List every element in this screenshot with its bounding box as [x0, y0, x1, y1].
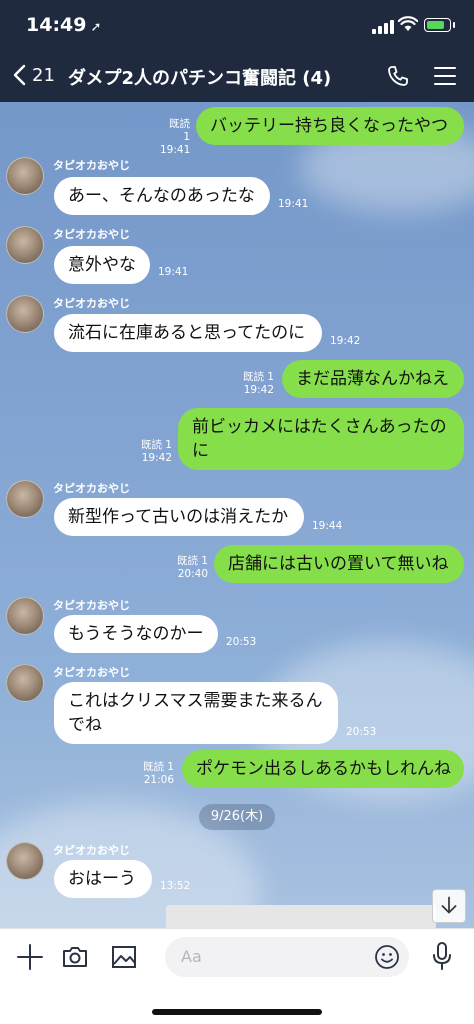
read-receipt: 既読 1 — [242, 371, 274, 383]
message-bubble-incoming[interactable]: おはーう — [54, 860, 152, 898]
read-receipt: 既読 1 — [142, 761, 174, 773]
avatar[interactable] — [6, 480, 44, 518]
avatar[interactable] — [6, 226, 44, 264]
call-icon[interactable] — [386, 64, 410, 88]
avatar[interactable] — [6, 597, 44, 635]
plus-icon[interactable] — [16, 943, 44, 971]
message-time: 20:53 — [346, 726, 377, 738]
chat-area[interactable]: 既読 1 19:41 バッテリー持ち良くなったやつ タピオカおやじ あー、そんな… — [0, 102, 474, 928]
image-icon[interactable] — [110, 943, 138, 971]
back-icon[interactable] — [12, 64, 28, 86]
message-bubble-outgoing[interactable]: バッテリー持ち良くなったやつ — [196, 107, 464, 145]
sender-name: タピオカおやじ — [53, 666, 130, 679]
battery-icon — [424, 18, 451, 32]
message-bubble-outgoing[interactable]: 前ビッカメにはたくさんあったのに — [178, 408, 464, 470]
message-bubble-incoming[interactable]: 流石に在庫あると思ってたのに — [54, 314, 322, 352]
message-time: 20:40 — [177, 568, 208, 580]
message-meta: 既読 1 19:41 — [160, 118, 190, 157]
message-meta: 既読 1 19:42 — [240, 371, 274, 397]
scroll-to-bottom-button[interactable] — [432, 889, 466, 923]
avatar[interactable] — [6, 664, 44, 702]
menu-icon[interactable] — [434, 67, 456, 85]
message-bubble-incoming[interactable]: 新型作って古いのは消えたか — [54, 498, 304, 536]
message-meta: 既読 1 20:40 — [174, 555, 208, 581]
emoji-icon[interactable] — [374, 944, 400, 970]
location-icon: ➚ — [90, 20, 102, 35]
message-time: 19:41 — [160, 144, 191, 156]
message-bubble-incoming[interactable]: 意外やな — [54, 246, 150, 284]
read-receipt: 既読 1 — [176, 555, 208, 567]
mic-icon[interactable] — [430, 941, 454, 971]
message-bubble-incoming[interactable]: これはクリスマス需要また来るんでね — [54, 682, 338, 744]
avatar[interactable] — [6, 157, 44, 195]
message-bubble-outgoing[interactable]: まだ品薄なんかねえ — [282, 360, 464, 398]
message-time: 19:42 — [243, 384, 274, 396]
message-time: 19:41 — [278, 198, 309, 210]
signal-icon — [372, 20, 396, 34]
message-time: 19:42 — [330, 335, 361, 347]
message-time: 13:52 — [160, 880, 191, 892]
message-bubble-outgoing[interactable]: ポケモン出るしあるかもしれんね — [182, 750, 464, 788]
input-placeholder: Aa — [181, 947, 202, 966]
image-message-preview[interactable] — [166, 905, 436, 928]
avatar[interactable] — [6, 842, 44, 880]
message-input[interactable]: Aa — [165, 937, 409, 977]
clock: 14:49 — [26, 14, 87, 36]
home-indicator — [152, 1009, 322, 1015]
battery-tip — [453, 22, 455, 28]
message-time: 21:06 — [143, 774, 174, 786]
message-input-bar: Aa — [0, 928, 474, 1024]
battery-level — [427, 21, 444, 29]
message-time: 20:53 — [226, 636, 257, 648]
sender-name: タピオカおやじ — [53, 844, 130, 857]
sender-name: タピオカおやじ — [53, 482, 130, 495]
message-time: 19:44 — [312, 520, 343, 532]
avatar[interactable] — [6, 295, 44, 333]
sender-name: タピオカおやじ — [53, 599, 130, 612]
message-bubble-outgoing[interactable]: 店舗には古いの置いて無いね — [214, 545, 464, 583]
back-unread-count[interactable]: 21 — [32, 65, 55, 86]
arrow-down-icon — [441, 896, 457, 914]
status-time: 14:49 ➚ — [26, 14, 101, 36]
sender-name: タピオカおやじ — [53, 297, 130, 310]
read-receipt: 既読 1 — [140, 439, 172, 451]
camera-icon[interactable] — [61, 943, 89, 971]
message-bubble-incoming[interactable]: もうそうなのかー — [54, 615, 218, 653]
wifi-icon — [398, 16, 418, 31]
message-bubble-incoming[interactable]: あー、そんなのあったな — [54, 177, 270, 215]
sender-name: タピオカおやじ — [53, 228, 130, 241]
message-time: 19:41 — [158, 266, 189, 278]
message-meta: 既読 1 21:06 — [140, 761, 174, 787]
read-receipt: 既読 1 — [169, 118, 190, 143]
message-time: 19:42 — [141, 452, 172, 464]
sender-name: タピオカおやじ — [53, 159, 130, 172]
chat-header: 21 ダメプ2人のパチンコ奮闘記 (4) — [0, 50, 474, 102]
status-bar: 14:49 ➚ — [0, 0, 474, 50]
message-meta: 既読 1 19:42 — [138, 439, 172, 465]
chat-title: ダメプ2人のパチンコ奮闘記 (4) — [68, 68, 332, 89]
date-separator: 9/26(木) — [199, 804, 275, 830]
